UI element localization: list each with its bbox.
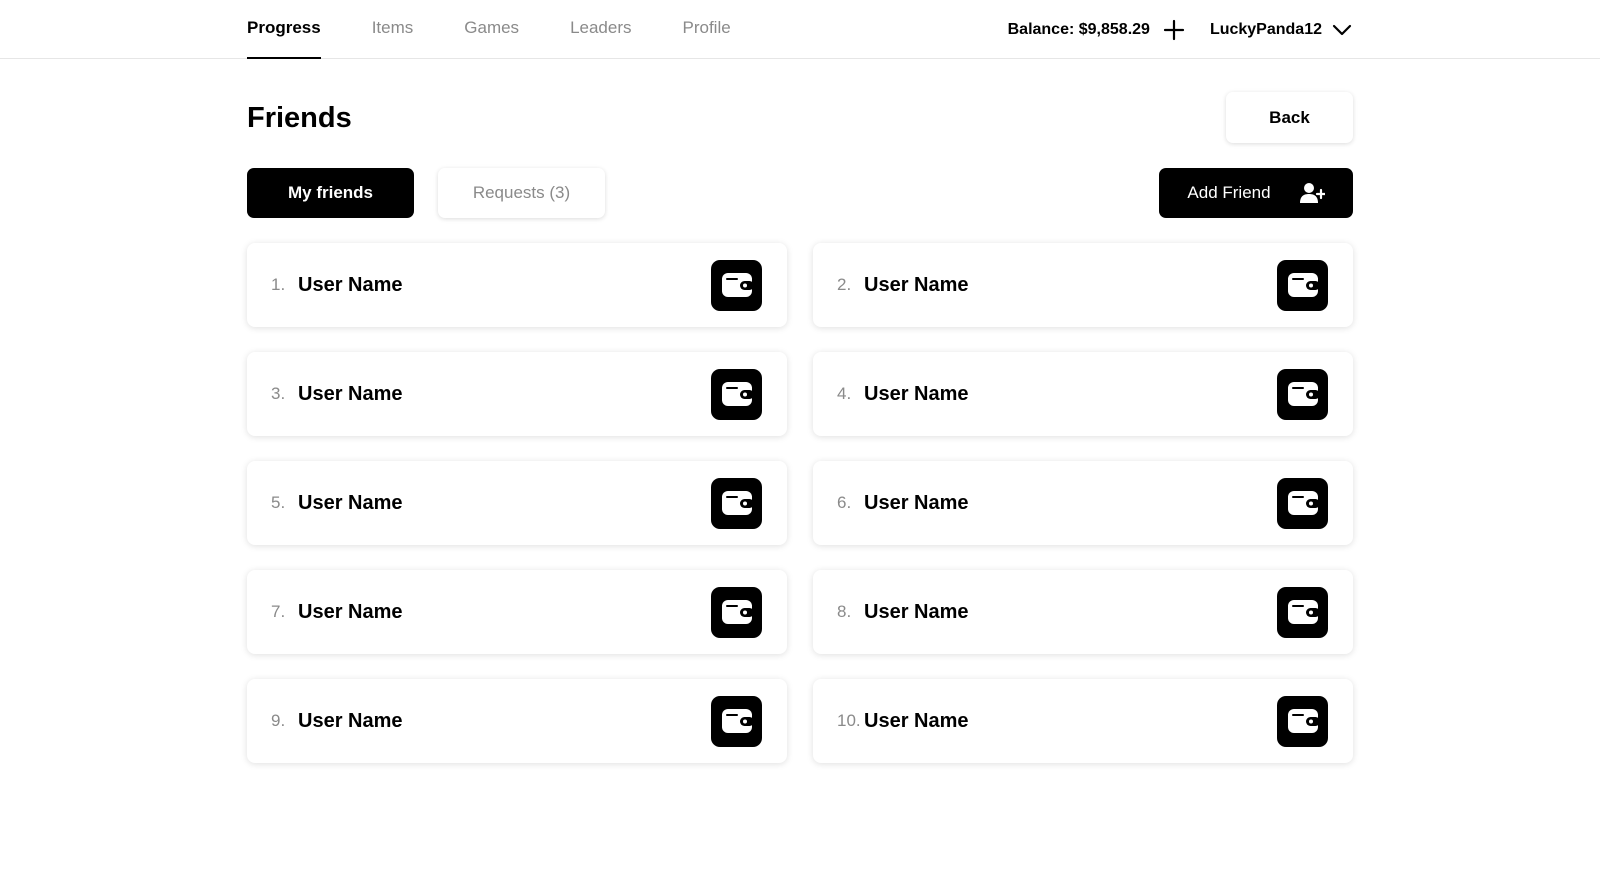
friend-name: User Name: [864, 709, 969, 732]
wallet-button[interactable]: [711, 695, 762, 747]
friend-rank: 2.: [837, 275, 852, 294]
wallet-button[interactable]: [711, 477, 762, 529]
nav-item-games[interactable]: Games: [464, 0, 519, 59]
wallet-icon: [1287, 600, 1319, 624]
wallet-icon: [1287, 382, 1319, 406]
friend-name: User Name: [298, 491, 403, 514]
wallet-icon: [721, 273, 753, 297]
friend-card[interactable]: 1. User Name: [247, 243, 787, 327]
wallet-button[interactable]: [711, 368, 762, 420]
main-nav: Progress Items Games Leaders Profile: [247, 0, 782, 59]
username-label[interactable]: LuckyPanda12: [1210, 21, 1322, 39]
friend-rank: 7.: [271, 602, 286, 621]
friend-card[interactable]: 6. User Name: [813, 461, 1353, 545]
chevron-down-icon[interactable]: [1331, 19, 1353, 41]
friend-name: User Name: [864, 382, 969, 405]
tab-my-friends[interactable]: My friends: [247, 168, 414, 218]
add-friend-label: Add Friend: [1187, 183, 1271, 202]
friend-rank: 9.: [271, 711, 286, 730]
friend-name: User Name: [864, 273, 969, 296]
account-area: Balance: $9,858.29 LuckyPanda12: [1008, 0, 1353, 59]
friend-name: User Name: [864, 491, 969, 514]
balance-label: Balance: $9,858.29: [1007, 20, 1150, 38]
wallet-button[interactable]: [1277, 477, 1328, 529]
friend-rank: 4.: [837, 384, 852, 403]
friend-rank: 3.: [271, 384, 286, 403]
wallet-icon: [721, 709, 753, 733]
friend-card[interactable]: 10. User Name: [813, 679, 1353, 763]
nav-item-progress[interactable]: Progress: [247, 0, 321, 59]
friend-card[interactable]: 3. User Name: [247, 352, 787, 436]
friend-card[interactable]: 7. User Name: [247, 570, 787, 654]
friend-name: User Name: [298, 273, 403, 296]
tab-requests[interactable]: Requests (3): [438, 168, 605, 218]
wallet-icon: [1287, 491, 1319, 515]
wallet-icon: [721, 491, 753, 515]
wallet-icon: [1287, 709, 1319, 733]
friend-rank: 10.: [837, 711, 861, 730]
wallet-button[interactable]: [1277, 259, 1328, 311]
friend-rank: 8.: [837, 602, 852, 621]
wallet-button[interactable]: [711, 259, 762, 311]
back-button[interactable]: Back: [1226, 92, 1353, 143]
friend-name: User Name: [864, 600, 969, 623]
top-navigation-bar: Progress Items Games Leaders Profile Bal…: [0, 0, 1600, 59]
friend-rank: 6.: [837, 493, 852, 512]
page-title: Friends: [247, 102, 352, 134]
friend-card[interactable]: 5. User Name: [247, 461, 787, 545]
wallet-button[interactable]: [711, 586, 762, 638]
wallet-button[interactable]: [1277, 695, 1328, 747]
friend-card[interactable]: 9. User Name: [247, 679, 787, 763]
friend-card[interactable]: 8. User Name: [813, 570, 1353, 654]
friend-card[interactable]: 2. User Name: [813, 243, 1353, 327]
friend-name: User Name: [298, 709, 403, 732]
friend-name: User Name: [298, 382, 403, 405]
wallet-icon: [721, 382, 753, 406]
friends-list: 1. User Name 2. User Name 3. User Name 4…: [247, 243, 1353, 763]
friend-name: User Name: [298, 600, 403, 623]
wallet-button[interactable]: [1277, 368, 1328, 420]
wallet-icon: [1287, 273, 1319, 297]
friend-card[interactable]: 4. User Name: [813, 352, 1353, 436]
add-friend-button[interactable]: Add Friend: [1159, 168, 1353, 218]
plus-icon[interactable]: [1163, 19, 1185, 41]
add-person-icon: [1299, 183, 1325, 203]
nav-item-leaders[interactable]: Leaders: [570, 0, 631, 59]
nav-item-items[interactable]: Items: [372, 0, 414, 59]
friend-rank: 1.: [271, 275, 286, 294]
wallet-icon: [721, 600, 753, 624]
wallet-button[interactable]: [1277, 586, 1328, 638]
nav-item-profile[interactable]: Profile: [683, 0, 731, 59]
friend-rank: 5.: [271, 493, 286, 512]
